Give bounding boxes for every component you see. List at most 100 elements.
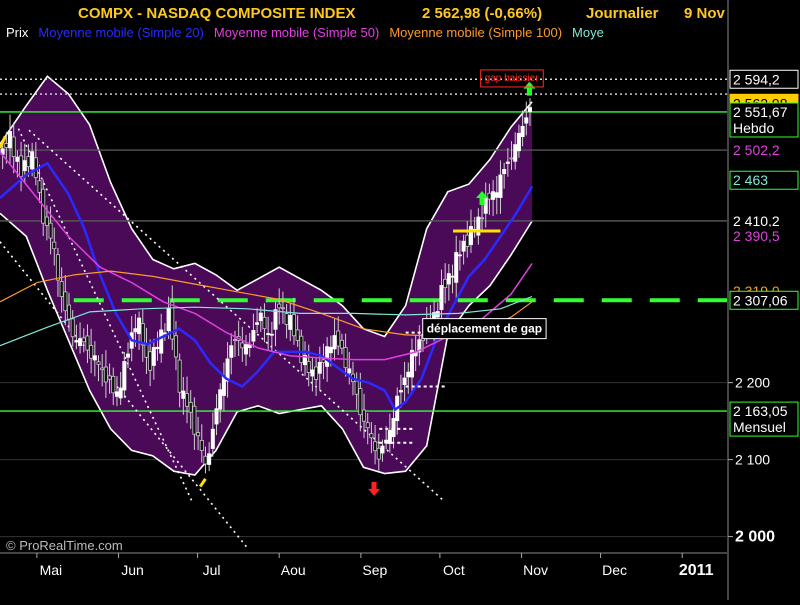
legend: Prix Moyenne mobile (Simple 20) Moyenne mo…: [6, 25, 604, 40]
candle-body: [266, 333, 271, 335]
candle-body: [520, 125, 525, 138]
x-tick-label: 2011: [679, 562, 714, 579]
candle-body: [487, 192, 492, 200]
candle-body: [343, 347, 348, 369]
candle-body: [527, 107, 532, 113]
x-tick-label: Nov: [523, 562, 548, 578]
candle-body: [280, 307, 285, 310]
candle-body: [321, 359, 326, 363]
candle-body: [188, 402, 193, 413]
candle-body: [446, 273, 451, 285]
chart-title: COMPX - NASDAQ COMPOSITE INDEX: [78, 5, 356, 22]
x-tick-label: Jul: [203, 562, 221, 578]
nasdaq-chart[interactable]: gap baissier déplacement de gap 2 100 2 20…: [0, 0, 800, 601]
candle-body: [380, 445, 385, 454]
price-box-sublabel: Hebdo: [733, 120, 774, 136]
candle-body: [229, 345, 234, 358]
candle-body: [11, 136, 16, 157]
candle-body: [325, 346, 330, 367]
candle-body: [365, 422, 370, 429]
annotation-text: gap baissier: [485, 73, 540, 84]
candle-body: [516, 132, 521, 152]
candle-body: [269, 333, 274, 336]
candle-body: [498, 174, 503, 198]
candle-body: [203, 455, 208, 465]
candle-body: [67, 304, 72, 320]
price-box-label: 2 551,67: [733, 104, 788, 120]
x-tick-label: Jun: [121, 562, 144, 578]
candle-body: [133, 328, 138, 333]
candle-body: [332, 335, 337, 350]
candle-body: [114, 391, 119, 397]
candle-body: [37, 180, 42, 193]
candle-body: [291, 314, 296, 337]
candle-body: [74, 340, 79, 343]
y-tick-label: 2 000: [735, 529, 775, 546]
x-tick-label: Oct: [443, 562, 465, 578]
candle-body: [398, 390, 403, 393]
price-box-label: 2 594,2: [733, 71, 780, 87]
watermark: © ProRealTime.com: [6, 538, 123, 553]
candle-body: [354, 380, 359, 395]
candle-body: [207, 453, 212, 465]
candle-body: [22, 160, 27, 172]
candle-body: [339, 339, 344, 349]
x-tick-label: Dec: [602, 562, 627, 578]
candle-body: [107, 375, 112, 380]
candle-body: [4, 143, 9, 148]
candle-body: [443, 278, 448, 289]
candle-body: [122, 361, 127, 391]
annotation-text: déplacement de gap: [427, 322, 542, 336]
candle-body: [111, 375, 116, 394]
candle-body: [159, 329, 164, 354]
candle-body: [214, 408, 219, 425]
candle-body: [336, 330, 341, 347]
annotation: déplacement de gap: [422, 318, 547, 340]
candle-body: [19, 155, 24, 178]
candle-body: [63, 291, 68, 312]
candle-body: [8, 130, 13, 149]
candle-body: [369, 433, 374, 439]
candle-body: [199, 440, 204, 451]
legend-item: Moyenne mobile (Simple 100): [389, 25, 562, 40]
candle-body: [373, 441, 378, 452]
candle-body: [376, 447, 381, 460]
candle-body: [218, 389, 223, 410]
candle-body: [144, 344, 149, 358]
candle-body: [314, 366, 319, 380]
candle-body: [454, 252, 459, 283]
candle-body: [52, 241, 57, 250]
candle-body: [118, 387, 123, 399]
legend-item: Moyenne mobile (Simple 20): [38, 25, 203, 40]
candle-body: [480, 217, 485, 220]
price-box-label: 2 410,2: [733, 213, 780, 229]
candle-body: [89, 345, 94, 359]
candle-body: [151, 347, 156, 366]
y-tick-label: 2 200: [735, 375, 770, 391]
candle-body: [461, 240, 466, 252]
candle-body: [26, 156, 31, 168]
candle-body: [299, 335, 304, 364]
price-box-label: 2 390,5: [733, 228, 780, 244]
candle-body: [513, 144, 518, 162]
candle-body: [48, 222, 53, 239]
candle-body: [310, 369, 315, 377]
candle-body: [155, 346, 160, 350]
candle-body: [509, 157, 514, 160]
candle-body: [409, 349, 414, 378]
price-box-label: 2 163,05: [733, 403, 788, 419]
candle-body: [483, 198, 488, 214]
candle-body: [295, 329, 300, 341]
candle-body: [210, 428, 215, 449]
candle-body: [317, 361, 322, 374]
x-tick-label: Mai: [40, 562, 63, 578]
price-box-label: 2 502,2: [733, 142, 780, 158]
candle-body: [258, 312, 263, 322]
candle-body: [288, 315, 293, 330]
candle-body: [273, 309, 278, 330]
price-box-label: 2 463: [733, 172, 768, 188]
candle-body: [185, 393, 190, 407]
candle-body: [166, 307, 171, 332]
candle-body: [181, 390, 186, 399]
candle-body: [85, 335, 90, 351]
